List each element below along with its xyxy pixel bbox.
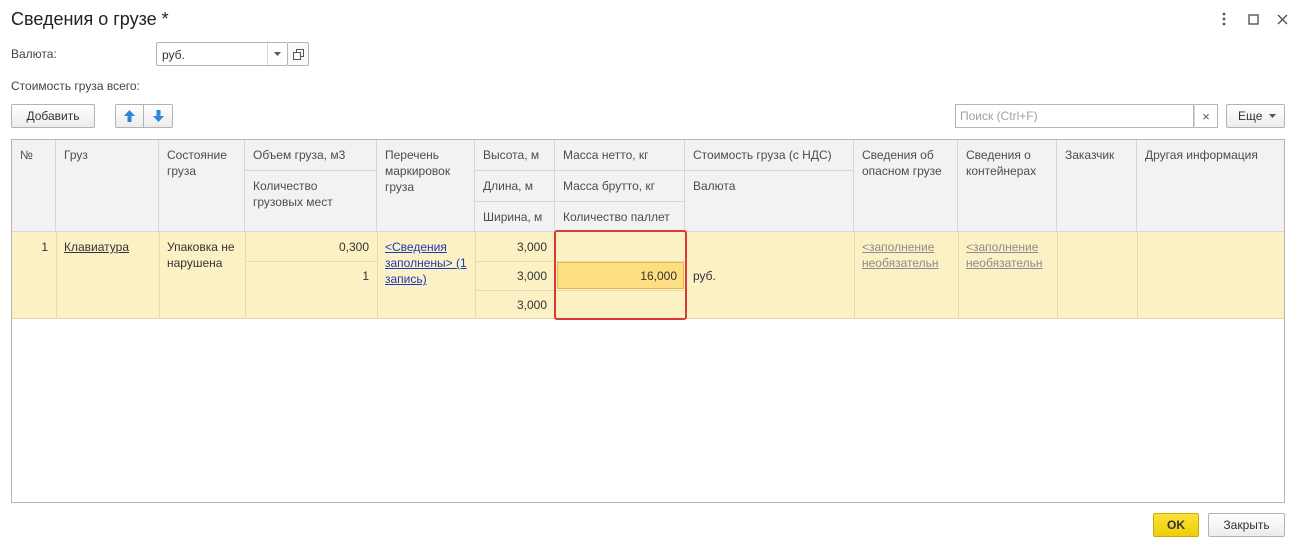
header-width[interactable]: Ширина, м <box>475 202 555 232</box>
cell-state[interactable]: Упаковка не нарушена <box>167 239 237 271</box>
close-button[interactable]: Закрыть <box>1208 513 1285 537</box>
add-button[interactable]: Добавить <box>11 104 95 128</box>
row-divider <box>1137 232 1138 319</box>
header-currency[interactable]: Валюта <box>685 171 854 232</box>
currency-value: руб. <box>162 48 185 62</box>
header-containers[interactable]: Сведения о контейнерах <box>958 140 1057 232</box>
cell-height[interactable]: 3,000 <box>475 239 547 255</box>
cell-length[interactable]: 3,000 <box>475 268 547 284</box>
currency-dropdown-button[interactable] <box>267 43 287 65</box>
close-window-button[interactable] <box>1271 8 1293 30</box>
maximize-button[interactable] <box>1242 8 1264 30</box>
open-window-icon <box>292 48 304 60</box>
header-cargo[interactable]: Груз <box>56 140 159 232</box>
search-field[interactable] <box>955 104 1194 128</box>
header-length[interactable]: Длина, м <box>475 171 555 202</box>
close-icon <box>1277 14 1287 24</box>
more-button-label: Еще <box>1238 109 1263 123</box>
cell-volume[interactable]: 0,300 <box>245 239 369 255</box>
header-height[interactable]: Высота, м <box>475 140 555 171</box>
header-places[interactable]: Количество грузовых мест <box>245 171 377 232</box>
square-icon <box>1247 13 1259 25</box>
clear-icon: × <box>1202 108 1210 124</box>
row-divider <box>1057 232 1058 319</box>
total-cost-label: Стоимость груза всего: <box>11 79 140 93</box>
header-volume[interactable]: Объем груза, м3 <box>245 140 377 171</box>
cargo-table[interactable]: № Груз Состояние груза Объем груза, м3 К… <box>11 139 1285 503</box>
cell-width[interactable]: 3,000 <box>475 297 547 313</box>
row-divider <box>245 261 377 262</box>
header-cost[interactable]: Стоимость груза (с НДС) <box>685 140 854 171</box>
cell-containers-link[interactable]: <заполнение необязательн <box>966 239 1052 271</box>
header-other[interactable]: Другая информация <box>1137 140 1284 232</box>
search-input[interactable] <box>956 105 1193 127</box>
row-divider <box>958 232 959 319</box>
arrow-down-icon <box>152 110 164 122</box>
header-gross[interactable]: Масса брутто, кг <box>555 171 685 202</box>
cell-danger-link[interactable]: <заполнение необязательн <box>862 239 952 271</box>
annotation-highlight <box>554 230 687 320</box>
header-num[interactable]: № <box>12 140 56 232</box>
header-danger[interactable]: Сведения об опасном грузе <box>854 140 958 232</box>
arrow-up-icon <box>124 110 135 122</box>
row-divider <box>377 232 378 319</box>
more-button[interactable]: Еще <box>1226 104 1285 128</box>
header-markings[interactable]: Перечень маркировок груза <box>377 140 475 232</box>
cell-cargo-link[interactable]: Клавиатура <box>64 239 129 255</box>
chevron-down-icon <box>274 52 281 56</box>
header-state[interactable]: Состояние груза <box>159 140 245 232</box>
header-pallets[interactable]: Количество паллет <box>555 202 685 232</box>
row-divider <box>854 232 855 319</box>
row-divider <box>56 232 57 319</box>
move-down-button[interactable] <box>144 104 173 128</box>
chevron-down-icon <box>1269 114 1277 118</box>
currency-label: Валюта: <box>11 47 57 61</box>
header-net[interactable]: Масса нетто, кг <box>555 140 685 171</box>
more-actions-button[interactable] <box>1213 8 1235 30</box>
move-up-button[interactable] <box>115 104 144 128</box>
cell-markings-link[interactable]: <Сведения заполнены> (1 запись) <box>385 239 469 287</box>
header-customer[interactable]: Заказчик <box>1057 140 1137 232</box>
vertical-dots-icon <box>1222 12 1226 26</box>
cell-currency[interactable]: руб. <box>693 268 716 284</box>
cell-places[interactable]: 1 <box>245 268 369 284</box>
row-divider <box>159 232 160 319</box>
currency-select[interactable]: руб. <box>156 42 288 66</box>
cell-num[interactable]: 1 <box>12 239 48 255</box>
ok-button[interactable]: OK <box>1153 513 1199 537</box>
currency-open-button[interactable] <box>288 42 309 66</box>
window-title: Сведения о грузе * <box>11 9 169 29</box>
search-clear-button[interactable]: × <box>1194 104 1218 128</box>
